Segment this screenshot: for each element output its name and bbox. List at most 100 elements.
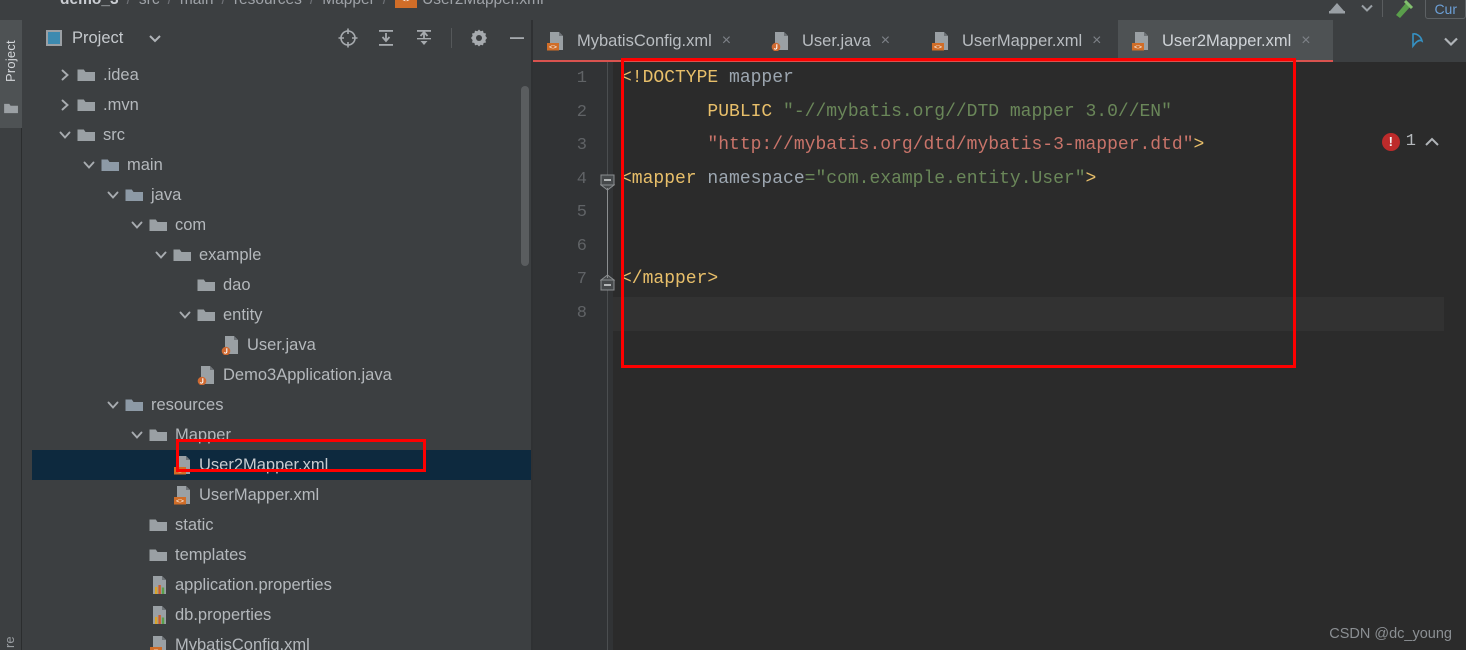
line-number: 6 [576, 236, 587, 256]
chevron-down-icon[interactable] [176, 306, 194, 324]
editor-tab[interactable]: <> MybatisConfig.xml × [533, 20, 758, 62]
chevron-down-icon[interactable] [128, 216, 146, 234]
code-line: PUBLIC "-//mybatis.org//DTD mapper 3.0//… [621, 96, 1172, 130]
properties-file-icon [148, 605, 168, 625]
tree-item[interactable]: <> User2Mapper.xml [32, 450, 532, 480]
tool-window-tab-structure[interactable]: re [2, 618, 20, 648]
locate-file-icon[interactable] [337, 27, 359, 49]
close-icon[interactable]: × [722, 32, 731, 50]
tool-window-tab-project[interactable]: Project [0, 20, 22, 128]
chevron-down-icon[interactable] [147, 32, 163, 44]
code-editor[interactable]: 1 2 3 4 5 6 7 8 <!DOCTYPE mapper PUBLIC "-//myb… [533, 62, 1466, 650]
tree-item[interactable]: main [32, 150, 532, 180]
breadcrumb-item-file[interactable]: User2Mapper.xml [422, 0, 543, 9]
editor-tab[interactable]: <> UserMapper.xml × [918, 20, 1118, 62]
project-tree[interactable]: .idea .mvn src main java com example dao entity U… [32, 60, 532, 650]
breadcrumb-separator: / [168, 0, 172, 9]
chevron-down-icon[interactable] [104, 186, 122, 204]
tree-item[interactable]: entity [32, 300, 532, 330]
code-line: </mapper> [621, 263, 718, 297]
tree-item[interactable]: com [32, 210, 532, 240]
close-icon[interactable]: × [1092, 32, 1101, 50]
editor-tab[interactable]: User.java × [758, 20, 918, 62]
tree-item[interactable]: java [32, 180, 532, 210]
pin-tab-icon[interactable] [1408, 30, 1428, 52]
code-text[interactable]: <!DOCTYPE mapper PUBLIC "-//mybatis.org/… [621, 62, 1466, 650]
editor-tab-label: User2Mapper.xml [1162, 31, 1292, 50]
code-fold-rail [607, 62, 608, 650]
tree-item-label: .mvn [103, 95, 139, 114]
tree-item[interactable]: Mapper [32, 420, 532, 450]
folder-icon [148, 515, 168, 535]
tree-item[interactable]: src [32, 120, 532, 150]
chevron-down-icon[interactable] [152, 246, 170, 264]
editor-tab[interactable]: <> User2Mapper.xml × [1118, 20, 1333, 62]
tree-item-label: application.properties [175, 575, 332, 594]
breadcrumb-item-src[interactable]: src [139, 0, 160, 9]
tree-item[interactable]: resources [32, 390, 532, 420]
chevron-down-icon[interactable] [128, 426, 146, 444]
project-tree-scrollbar[interactable] [521, 86, 529, 266]
breadcrumb[interactable]: demo_3 / src / main / resources / Mapper… [60, 0, 544, 9]
editor-tab-label: MybatisConfig.xml [577, 31, 712, 50]
breadcrumb-item-main[interactable]: main [180, 0, 214, 9]
editor-right-gutter[interactable] [1444, 104, 1466, 650]
inspection-status-badge[interactable]: ! 1 [1381, 132, 1442, 151]
project-panel-title-group[interactable]: Project [46, 29, 163, 48]
close-icon[interactable]: × [881, 32, 890, 50]
code-token: > [1193, 135, 1205, 155]
tree-item-label: .idea [103, 65, 139, 84]
toolbar-divider [1382, 0, 1384, 17]
breadcrumb-item-resources[interactable]: resources [234, 0, 302, 9]
chevron-down-icon[interactable] [1442, 34, 1460, 48]
collapse-all-icon[interactable] [413, 27, 435, 49]
code-fold-marker[interactable] [599, 174, 616, 191]
chevron-down-icon[interactable] [104, 396, 122, 414]
tree-item-label: MybatisConfig.xml [175, 635, 310, 650]
chevron-down-icon[interactable] [80, 156, 98, 174]
code-token: </mapper> [621, 269, 719, 289]
line-number: 7 [576, 270, 587, 289]
tree-item[interactable]: static [32, 510, 532, 540]
project-tool-window: Project .idea .mvn src main java com exa… [22, 20, 532, 650]
xml-file-icon: <> [172, 455, 192, 475]
minimize-icon[interactable] [506, 27, 528, 49]
hammer-build-icon[interactable] [1391, 0, 1417, 19]
chevron-right-icon[interactable] [56, 66, 74, 84]
chevron-up-icon[interactable] [1422, 135, 1442, 149]
run-configuration-icon[interactable] [1326, 0, 1352, 18]
breadcrumb-item-project[interactable]: demo_3 [60, 0, 119, 9]
tree-item[interactable]: Demo3Application.java [32, 360, 532, 390]
svg-text:<>: <> [549, 44, 557, 51]
chevron-right-icon[interactable] [56, 96, 74, 114]
tree-item[interactable]: <> MybatisConfig.xml [32, 630, 532, 650]
tree-item[interactable]: .mvn [32, 90, 532, 120]
line-number: 4 [576, 169, 587, 189]
editor-gutter[interactable]: 1 2 3 4 5 6 7 8 [533, 62, 613, 650]
current-file-selector[interactable]: Cur [1425, 0, 1466, 19]
folder-icon [148, 215, 168, 235]
chevron-down-icon[interactable] [1360, 1, 1374, 15]
close-icon[interactable]: × [1301, 32, 1310, 50]
tree-item-label: static [175, 515, 214, 534]
tree-item[interactable]: application.properties [32, 570, 532, 600]
gear-icon[interactable] [468, 27, 490, 49]
breadcrumb-item-mapper[interactable]: Mapper [322, 0, 375, 9]
code-token: <mapper [621, 168, 697, 189]
tree-item[interactable]: dao [32, 270, 532, 300]
tree-item[interactable]: User.java [32, 330, 532, 360]
tree-item[interactable]: templates [32, 540, 532, 570]
tree-item[interactable]: .idea [32, 60, 532, 90]
tree-item[interactable]: <> UserMapper.xml [32, 480, 532, 510]
java-file-icon [770, 31, 790, 51]
error-icon: ! [1381, 132, 1400, 151]
expand-all-icon[interactable] [375, 27, 397, 49]
line-number: 8 [576, 303, 587, 323]
tree-item[interactable]: example [32, 240, 532, 270]
ide-window: demo_3 / src / main / resources / Mapper… [0, 0, 1466, 650]
chevron-down-icon[interactable] [56, 126, 74, 144]
tree-item[interactable]: db.properties [32, 600, 532, 630]
